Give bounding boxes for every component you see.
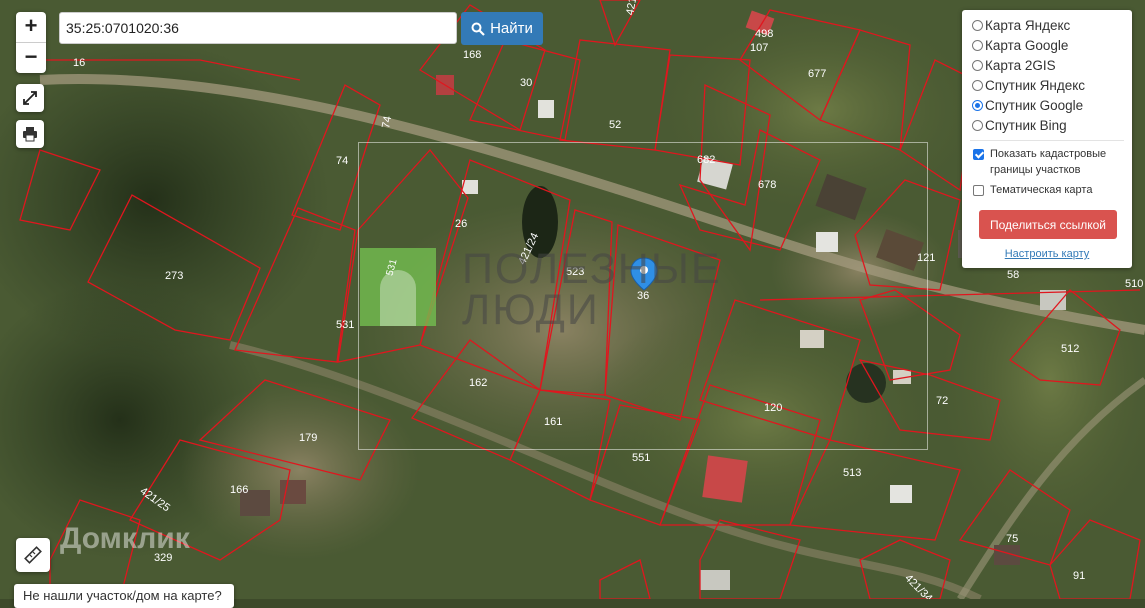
panel-divider xyxy=(970,140,1124,141)
radio-icon xyxy=(972,120,983,131)
plot-label: 166 xyxy=(230,484,248,496)
plot-label: 120 xyxy=(764,402,782,414)
layer-option-yandex-satellite[interactable]: Спутник Яндекс xyxy=(972,78,1085,93)
layer-option-label: Спутник Яндекс xyxy=(985,78,1086,93)
measure-button[interactable] xyxy=(16,538,50,572)
show-borders-label: Показать кадастровые границы участков xyxy=(990,146,1106,178)
plot-label: 510 xyxy=(1125,278,1143,290)
fullscreen-button[interactable] xyxy=(16,84,44,112)
plot-label: 30 xyxy=(520,77,532,89)
layer-option-2gis-map[interactable]: Карта 2GIS xyxy=(972,58,1056,73)
watermark-logo: 531 xyxy=(360,248,436,326)
layer-option-label: Карта 2GIS xyxy=(985,58,1056,73)
watermark-line1: ПОЛЕЗНЫЕ xyxy=(462,245,722,293)
layer-option-yandex-map[interactable]: Карта Яндекс xyxy=(972,18,1070,33)
not-found-on-map-button[interactable]: Не нашли участок/дом на карте? xyxy=(14,584,234,608)
radio-icon xyxy=(972,80,983,91)
layer-option-google-satellite[interactable]: Спутник Google xyxy=(972,98,1083,113)
plot-label: 162 xyxy=(469,377,487,389)
plot-label: 531 xyxy=(336,319,354,331)
zoom-control: + − xyxy=(16,12,46,73)
layer-option-label: Спутник Bing xyxy=(985,118,1067,133)
print-button[interactable] xyxy=(16,120,44,148)
cadastral-search-input[interactable] xyxy=(59,12,457,44)
plot-label: 75 xyxy=(1006,533,1018,545)
layer-option-label: Карта Яндекс xyxy=(985,18,1071,33)
plot-label: 513 xyxy=(843,467,861,479)
search-button[interactable]: Найти xyxy=(461,12,543,45)
domclick-watermark: Домклик xyxy=(60,522,190,555)
plot-label: 121 xyxy=(917,252,935,264)
plot-label: 678 xyxy=(758,179,776,191)
plot-label: 52 xyxy=(609,119,621,131)
zoom-in-button[interactable]: + xyxy=(16,12,46,43)
plot-label: 91 xyxy=(1073,570,1085,582)
radio-selected-icon xyxy=(972,100,983,111)
plot-label: 26 xyxy=(455,218,467,230)
radio-icon xyxy=(972,60,983,71)
checkbox-checked-icon xyxy=(973,149,984,160)
plot-label: 72 xyxy=(936,395,948,407)
thematic-map-label: Тематическая карта xyxy=(990,184,1093,196)
plot-label: 512 xyxy=(1061,343,1079,355)
layer-option-label: Карта Google xyxy=(985,38,1069,53)
thematic-map-checkbox[interactable]: Тематическая карта xyxy=(973,182,1092,198)
layer-option-label: Спутник Google xyxy=(985,98,1084,113)
plot-label: 161 xyxy=(544,416,562,428)
radio-icon xyxy=(972,40,983,51)
search-button-label: Найти xyxy=(490,20,533,37)
watermark-line2: ЛЮДИ xyxy=(462,286,600,334)
plot-label: 74 xyxy=(336,155,348,167)
plot-label: 677 xyxy=(808,68,826,80)
map-layers-panel: Карта Яндекс Карта Google Карта 2GIS Спу… xyxy=(962,10,1132,268)
configure-map-link[interactable]: Настроить карту xyxy=(962,248,1132,260)
plot-label: 682 xyxy=(697,154,715,166)
layer-option-google-map[interactable]: Карта Google xyxy=(972,38,1068,53)
radio-icon xyxy=(972,20,983,31)
plot-label: 179 xyxy=(299,432,317,444)
ruler-icon xyxy=(24,546,42,564)
plot-label: 498 xyxy=(755,28,773,40)
plot-label: 273 xyxy=(165,270,183,282)
show-borders-label-line1: Показать кадастровые xyxy=(990,148,1107,160)
expand-icon xyxy=(23,91,37,105)
printer-icon xyxy=(23,127,37,142)
checkbox-icon xyxy=(973,185,984,196)
plot-label: 551 xyxy=(632,452,650,464)
share-link-button[interactable]: Поделиться ссылкой xyxy=(979,210,1117,239)
plot-label: 16 xyxy=(73,57,85,69)
search-icon xyxy=(471,22,485,36)
show-borders-label-line2: границы участков xyxy=(990,164,1081,176)
show-cadastral-borders-checkbox[interactable]: Показать кадастровые границы участков xyxy=(973,146,1106,178)
layer-option-bing-satellite[interactable]: Спутник Bing xyxy=(972,118,1067,133)
zoom-out-button[interactable]: − xyxy=(16,43,46,73)
plot-label: 74 xyxy=(380,115,394,129)
plot-label: 168 xyxy=(463,49,481,61)
plot-label: 107 xyxy=(750,42,768,54)
plot-label: 58 xyxy=(1007,269,1019,281)
